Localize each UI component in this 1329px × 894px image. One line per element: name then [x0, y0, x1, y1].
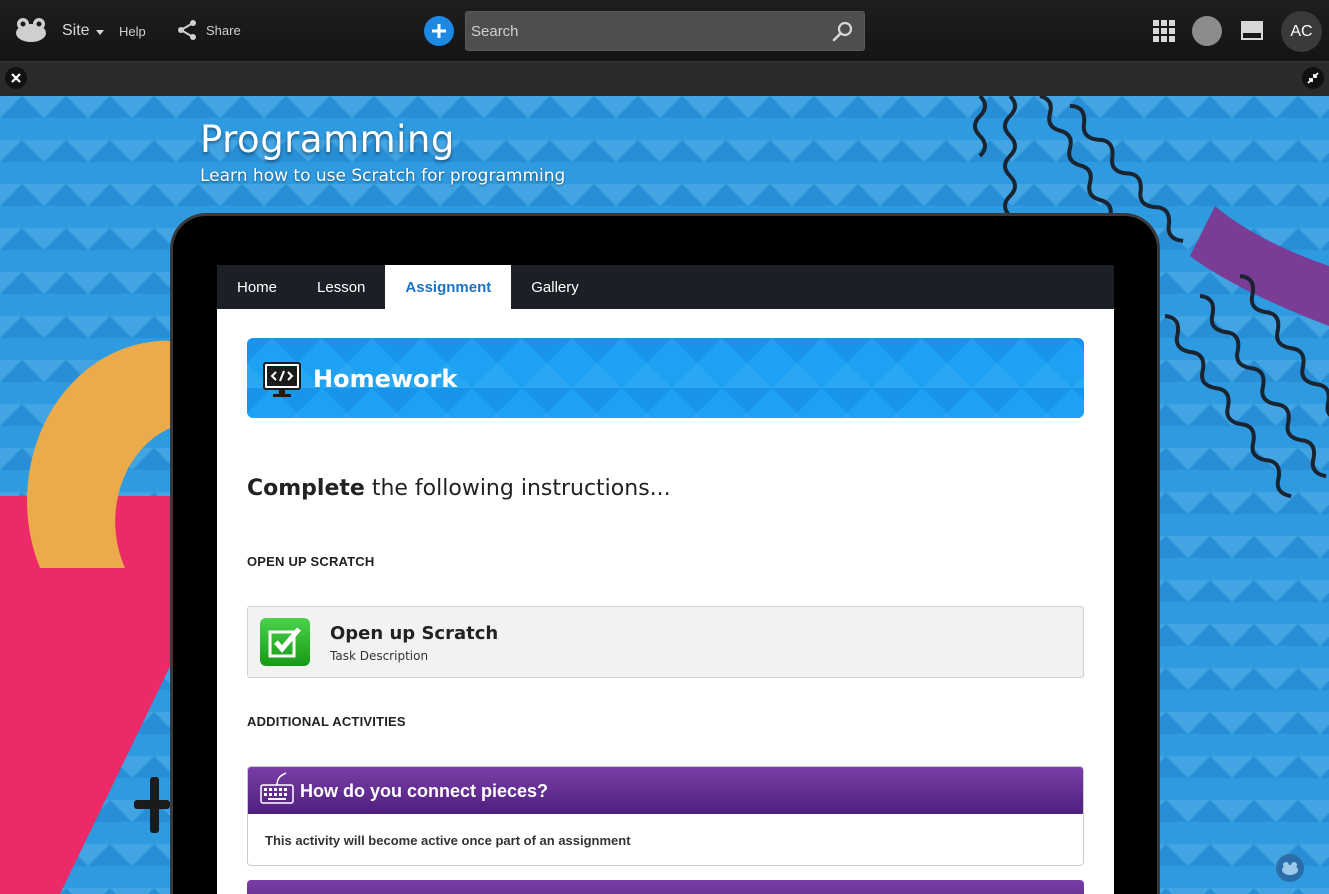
section-heading-open-up: OPEN UP SCRATCH: [247, 554, 375, 569]
banner-title: Homework: [313, 365, 458, 393]
keyboard-icon: [260, 772, 294, 804]
page-title: Programming: [200, 118, 455, 161]
code-monitor-icon: [263, 362, 301, 397]
plus-icon: [432, 24, 446, 38]
collapse-button[interactable]: [1302, 67, 1324, 89]
activity-card-next[interactable]: [247, 880, 1084, 894]
window-toolbar: [0, 62, 1329, 96]
close-icon: [11, 73, 21, 83]
help-bubble-button[interactable]: [1276, 854, 1304, 882]
activity-header[interactable]: How do you connect pieces?: [248, 767, 1083, 814]
chevron-down-icon: [95, 29, 104, 35]
tab-gallery[interactable]: Gallery: [511, 265, 599, 309]
search-input[interactable]: [466, 12, 826, 50]
task-description: Task Description: [330, 649, 429, 663]
collapse-arrows-icon: [1307, 72, 1319, 84]
apps-grid-icon[interactable]: [1153, 20, 1175, 42]
top-bar: Site Help Share AC: [0, 0, 1329, 62]
search-icon[interactable]: [832, 21, 854, 43]
instructions-bold: Complete: [247, 476, 365, 501]
search-box: [465, 11, 865, 51]
site-stage: Programming Learn how to use Scratch for…: [0, 96, 1329, 894]
tab-home[interactable]: Home: [217, 265, 297, 309]
task-card[interactable]: Open up Scratch Task Description: [247, 606, 1084, 678]
tab-lesson[interactable]: Lesson: [297, 265, 385, 309]
task-title: Open up Scratch: [330, 623, 499, 644]
frog-help-icon: [1282, 862, 1298, 875]
content-screen: Home Lesson Assignment Gallery Homework …: [217, 265, 1114, 894]
instructions-heading: Complete the following instructions...: [247, 476, 671, 501]
site-menu[interactable]: Site: [62, 22, 104, 40]
activity-card: How do you connect pieces? This activity…: [247, 766, 1084, 866]
status-indicator[interactable]: [1192, 16, 1222, 46]
activity-body: This activity will become active once pa…: [265, 833, 631, 848]
share-icon: [178, 20, 196, 40]
tab-assignment[interactable]: Assignment: [385, 265, 512, 309]
share-button[interactable]: Share: [176, 19, 241, 41]
close-button[interactable]: [5, 67, 27, 89]
page-subtitle: Learn how to use Scratch for programming: [200, 166, 566, 186]
plus-decoration-icon: [134, 777, 170, 833]
share-label: Share: [206, 22, 241, 38]
add-button[interactable]: [424, 16, 454, 46]
instructions-rest: the following instructions...: [364, 476, 671, 501]
tab-bar: Home Lesson Assignment Gallery: [217, 265, 1114, 309]
site-menu-label: Site: [62, 22, 90, 39]
inbox-icon[interactable]: [1241, 21, 1263, 41]
help-link[interactable]: Help: [119, 24, 146, 39]
activity-title: How do you connect pieces?: [300, 781, 549, 801]
user-avatar[interactable]: AC: [1281, 11, 1322, 52]
homework-banner: Homework: [247, 338, 1084, 418]
section-heading-additional: ADDITIONAL ACTIVITIES: [247, 714, 406, 729]
tablet-frame: Home Lesson Assignment Gallery Homework …: [170, 213, 1160, 894]
task-complete-icon: [260, 618, 310, 666]
frog-logo-icon[interactable]: [14, 17, 48, 43]
